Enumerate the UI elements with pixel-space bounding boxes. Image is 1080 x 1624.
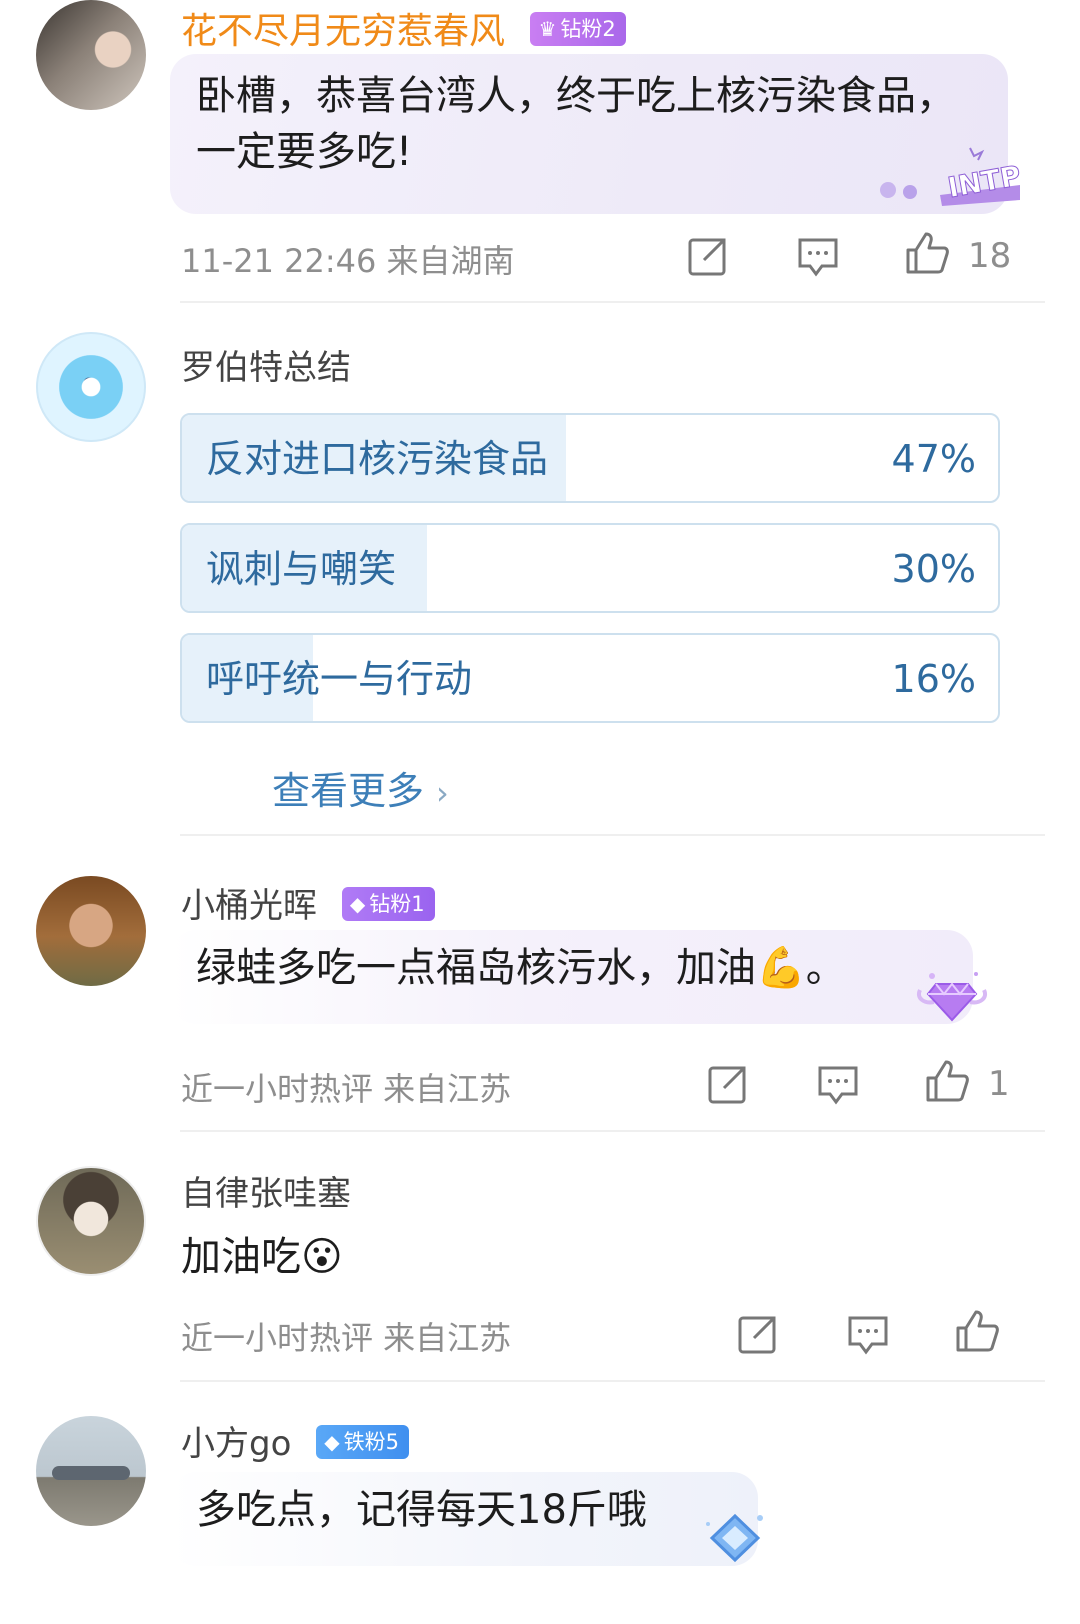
fan-badge-label: 铁粉5 bbox=[343, 1429, 399, 1454]
diamond-icon: ◆ bbox=[324, 1429, 340, 1454]
comment-username[interactable]: 小方go ◆ 铁粉5 bbox=[181, 1416, 409, 1465]
comment-text: 多吃点，记得每天18斤哦 bbox=[196, 1487, 647, 1533]
poll-option[interactable]: 反对进口核污染食品 47% bbox=[180, 413, 1000, 503]
like-count: 18 bbox=[968, 236, 1012, 276]
avatar[interactable] bbox=[36, 332, 146, 442]
diamond-sticker bbox=[700, 1510, 770, 1570]
comment-username[interactable]: 花不尽月无穷惹春风 ♛ 钻粉2 bbox=[181, 2, 626, 54]
poll-option-percent: 47% bbox=[891, 437, 976, 481]
thumbs-up-icon[interactable] bbox=[924, 1058, 969, 1102]
fan-badge[interactable]: ◆ 钻粉1 bbox=[341, 886, 435, 921]
poll-option[interactable]: 讽刺与嘲笑 30% bbox=[180, 523, 1000, 613]
username-text[interactable]: 小方go bbox=[181, 1424, 291, 1464]
poll-option-label: 呼吁统一与行动 bbox=[206, 657, 473, 701]
divider bbox=[180, 834, 1045, 836]
intp-sticker: INTP bbox=[870, 140, 1030, 214]
divider bbox=[180, 1130, 1045, 1132]
comment-text: 卧槽，恭喜台湾人，终于吃上核污染食品，一定要多吃! bbox=[196, 73, 956, 175]
share-icon[interactable] bbox=[706, 1062, 750, 1106]
see-more-label: 查看更多 bbox=[272, 769, 425, 813]
diamond-sticker bbox=[914, 970, 990, 1030]
thumbs-up-icon[interactable] bbox=[904, 230, 949, 274]
comment-username[interactable]: 自律张哇塞 bbox=[181, 1166, 351, 1215]
fan-badge[interactable]: ◆ 铁粉5 bbox=[316, 1424, 409, 1459]
comment-username[interactable]: 小桶光晖 ◆ 钻粉1 bbox=[181, 878, 435, 927]
share-icon[interactable] bbox=[686, 234, 730, 278]
thumbs-up-icon[interactable] bbox=[954, 1308, 999, 1352]
divider bbox=[180, 1380, 1045, 1382]
comment-meta: 近一小时热评 来自江苏 bbox=[181, 1070, 512, 1108]
comment-text: 绿蛙多吃一点福岛核污水，加油💪。 bbox=[196, 945, 846, 991]
poll-option-label: 讽刺与嘲笑 bbox=[206, 547, 397, 591]
comment-meta: 近一小时热评 来自江苏 bbox=[181, 1319, 512, 1357]
avatar[interactable] bbox=[36, 1166, 146, 1276]
comment-bubble: 绿蛙多吃一点福岛核污水，加油💪。 bbox=[170, 930, 973, 1024]
divider bbox=[180, 301, 1045, 303]
poll-option-label: 反对进口核污染食品 bbox=[206, 437, 549, 481]
crown-icon: ♛ bbox=[538, 17, 557, 41]
poll-option-percent: 30% bbox=[891, 547, 976, 591]
like-count: 1 bbox=[988, 1064, 1010, 1104]
avatar[interactable] bbox=[36, 1416, 146, 1526]
avatar[interactable] bbox=[36, 876, 146, 986]
comment-text: 加油吃😮 bbox=[181, 1234, 343, 1280]
comment-bubble: 多吃点，记得每天18斤哦 bbox=[170, 1472, 758, 1566]
fan-badge-label: 钻粉1 bbox=[369, 891, 425, 916]
comment-icon[interactable] bbox=[816, 1062, 860, 1106]
comment-icon[interactable] bbox=[796, 234, 840, 278]
fan-badge-label: 钻粉2 bbox=[560, 17, 616, 41]
chevron-right-icon: › bbox=[436, 774, 449, 812]
username-text[interactable]: 小桶光晖 bbox=[181, 886, 317, 926]
fan-badge[interactable]: ♛ 钻粉2 bbox=[530, 12, 626, 46]
share-icon[interactable] bbox=[736, 1312, 780, 1356]
poll-option-percent: 16% bbox=[891, 657, 976, 701]
username-text[interactable]: 花不尽月无穷惹春风 bbox=[181, 11, 505, 52]
comment-icon[interactable] bbox=[846, 1312, 890, 1356]
poll-option[interactable]: 呼吁统一与行动 16% bbox=[180, 633, 1000, 723]
diamond-icon: ◆ bbox=[349, 891, 366, 916]
comment-meta: 11-21 22:46 来自湖南 bbox=[181, 242, 515, 280]
avatar[interactable] bbox=[36, 0, 146, 110]
poll-username[interactable]: 罗伯特总结 bbox=[181, 340, 351, 389]
see-more-link[interactable]: 查看更多 › bbox=[272, 760, 449, 815]
